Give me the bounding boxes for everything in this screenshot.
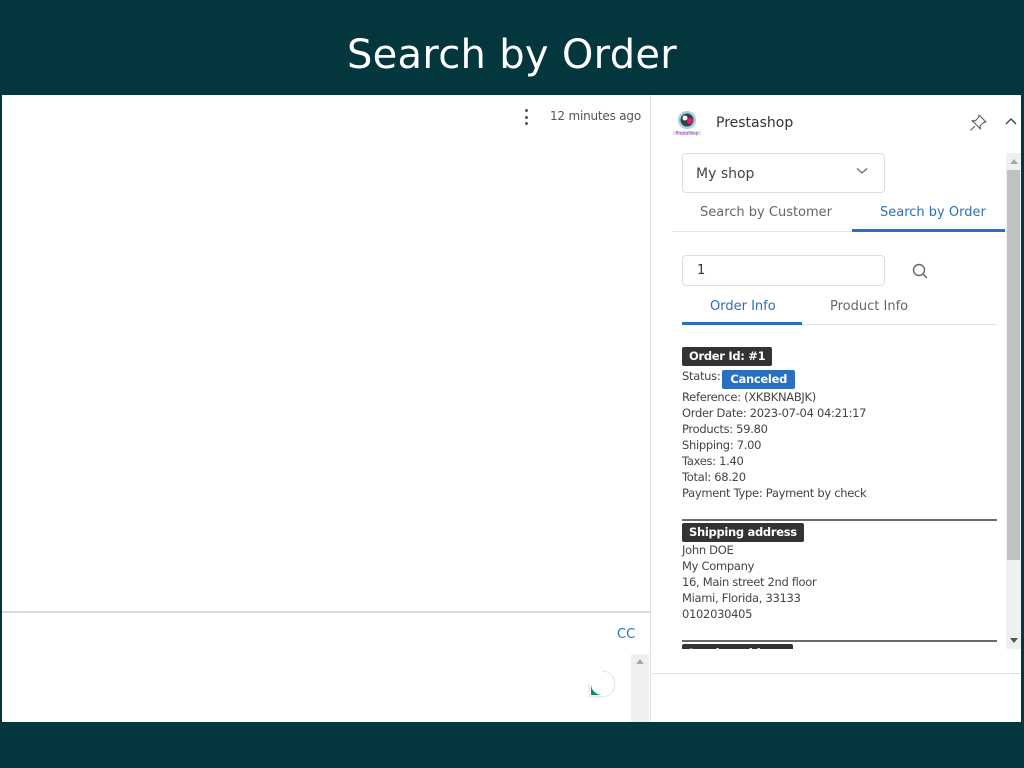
scroll-up-icon[interactable] <box>636 659 644 664</box>
order-taxes: Taxes: 1.40 <box>682 454 744 468</box>
address-line: My Company <box>682 559 755 573</box>
active-subtab-indicator <box>682 322 802 325</box>
tab-product-info[interactable]: Product Info <box>830 299 908 314</box>
prestashop-logo-icon: PrestaShop <box>673 111 701 136</box>
order-id-tag: Order Id: #1 <box>682 347 773 366</box>
address-line: 16, Main street 2nd floor <box>682 575 817 589</box>
shop-select[interactable]: My shop <box>682 153 885 193</box>
search-icon[interactable] <box>910 261 930 281</box>
pin-icon[interactable] <box>968 113 988 133</box>
address-line: Miami, Florida, 33133 <box>682 591 801 605</box>
addin-header: PrestaShop Prestashop <box>652 95 1021 151</box>
banner-title: Search by Order <box>346 31 678 78</box>
addin-body: My shop Search by Customer Search by Ord… <box>672 153 1005 649</box>
order-detail-tabs: Order Info Product Info <box>682 289 997 325</box>
shipping-address-tag: Shipping address <box>682 523 804 542</box>
email-pane: 12 minutes ago CC <box>2 95 651 722</box>
status-label: Status: <box>682 369 721 383</box>
email-timestamp: 12 minutes ago <box>550 109 641 123</box>
address-line: 0102030405 <box>682 607 753 621</box>
scroll-up-icon[interactable] <box>1010 159 1018 164</box>
section-divider <box>682 640 997 642</box>
active-tab-indicator <box>852 229 1005 232</box>
scrollbar-thumb[interactable] <box>1007 170 1020 560</box>
grammarly-icon[interactable] <box>587 669 617 699</box>
search-mode-tabs: Search by Customer Search by Order <box>672 196 1005 232</box>
shop-select-value: My shop <box>696 166 755 182</box>
compose-divider <box>2 611 651 613</box>
addin-title: Prestashop <box>716 115 794 131</box>
slide-banner: Search by Order <box>0 0 1024 95</box>
shipping-address-block: Shipping address John DOE My Company 16,… <box>682 523 997 622</box>
scroll-down-icon[interactable] <box>1010 638 1018 643</box>
outlook-window: 12 minutes ago CC PrestaShop Prestashop <box>2 95 1021 722</box>
order-products-total: Products: 59.80 <box>682 422 768 436</box>
slide-footer <box>0 722 1024 768</box>
prestashop-addin-pane: PrestaShop Prestashop My shop Search by … <box>652 95 1021 722</box>
section-divider <box>682 519 997 521</box>
invoice-address-tag: Invoice address <box>682 644 794 649</box>
more-options-icon[interactable] <box>520 108 532 126</box>
order-shipping-cost: Shipping: 7.00 <box>682 438 762 452</box>
address-line: John DOE <box>682 543 734 557</box>
order-date: Order Date: 2023-07-04 04:21:17 <box>682 406 867 420</box>
order-id-search-input[interactable] <box>682 255 885 286</box>
compose-scrollbar[interactable] <box>631 654 649 722</box>
tab-order-info[interactable]: Order Info <box>710 299 776 314</box>
order-total: Total: 68.20 <box>682 470 746 484</box>
addin-scrollbar[interactable] <box>1006 153 1021 649</box>
logo-text: PrestaShop <box>676 131 699 136</box>
tab-search-by-order[interactable]: Search by Order <box>880 205 986 220</box>
order-status-row: Status: Canceled <box>682 367 997 389</box>
chevron-down-icon <box>856 168 868 174</box>
cc-link[interactable]: CC <box>617 627 635 642</box>
chevron-up-icon[interactable] <box>1004 115 1018 129</box>
addin-footer-divider <box>652 673 1021 674</box>
order-reference: Reference: (XKBKNABJK) <box>682 390 816 404</box>
status-badge: Canceled <box>722 370 795 389</box>
order-info-section: Order Id: #1 Status: Canceled Reference: … <box>682 347 997 649</box>
tab-search-by-customer[interactable]: Search by Customer <box>700 205 832 220</box>
order-payment-type: Payment Type: Payment by check <box>682 486 867 500</box>
invoice-address-block: Invoice address <box>682 644 997 649</box>
